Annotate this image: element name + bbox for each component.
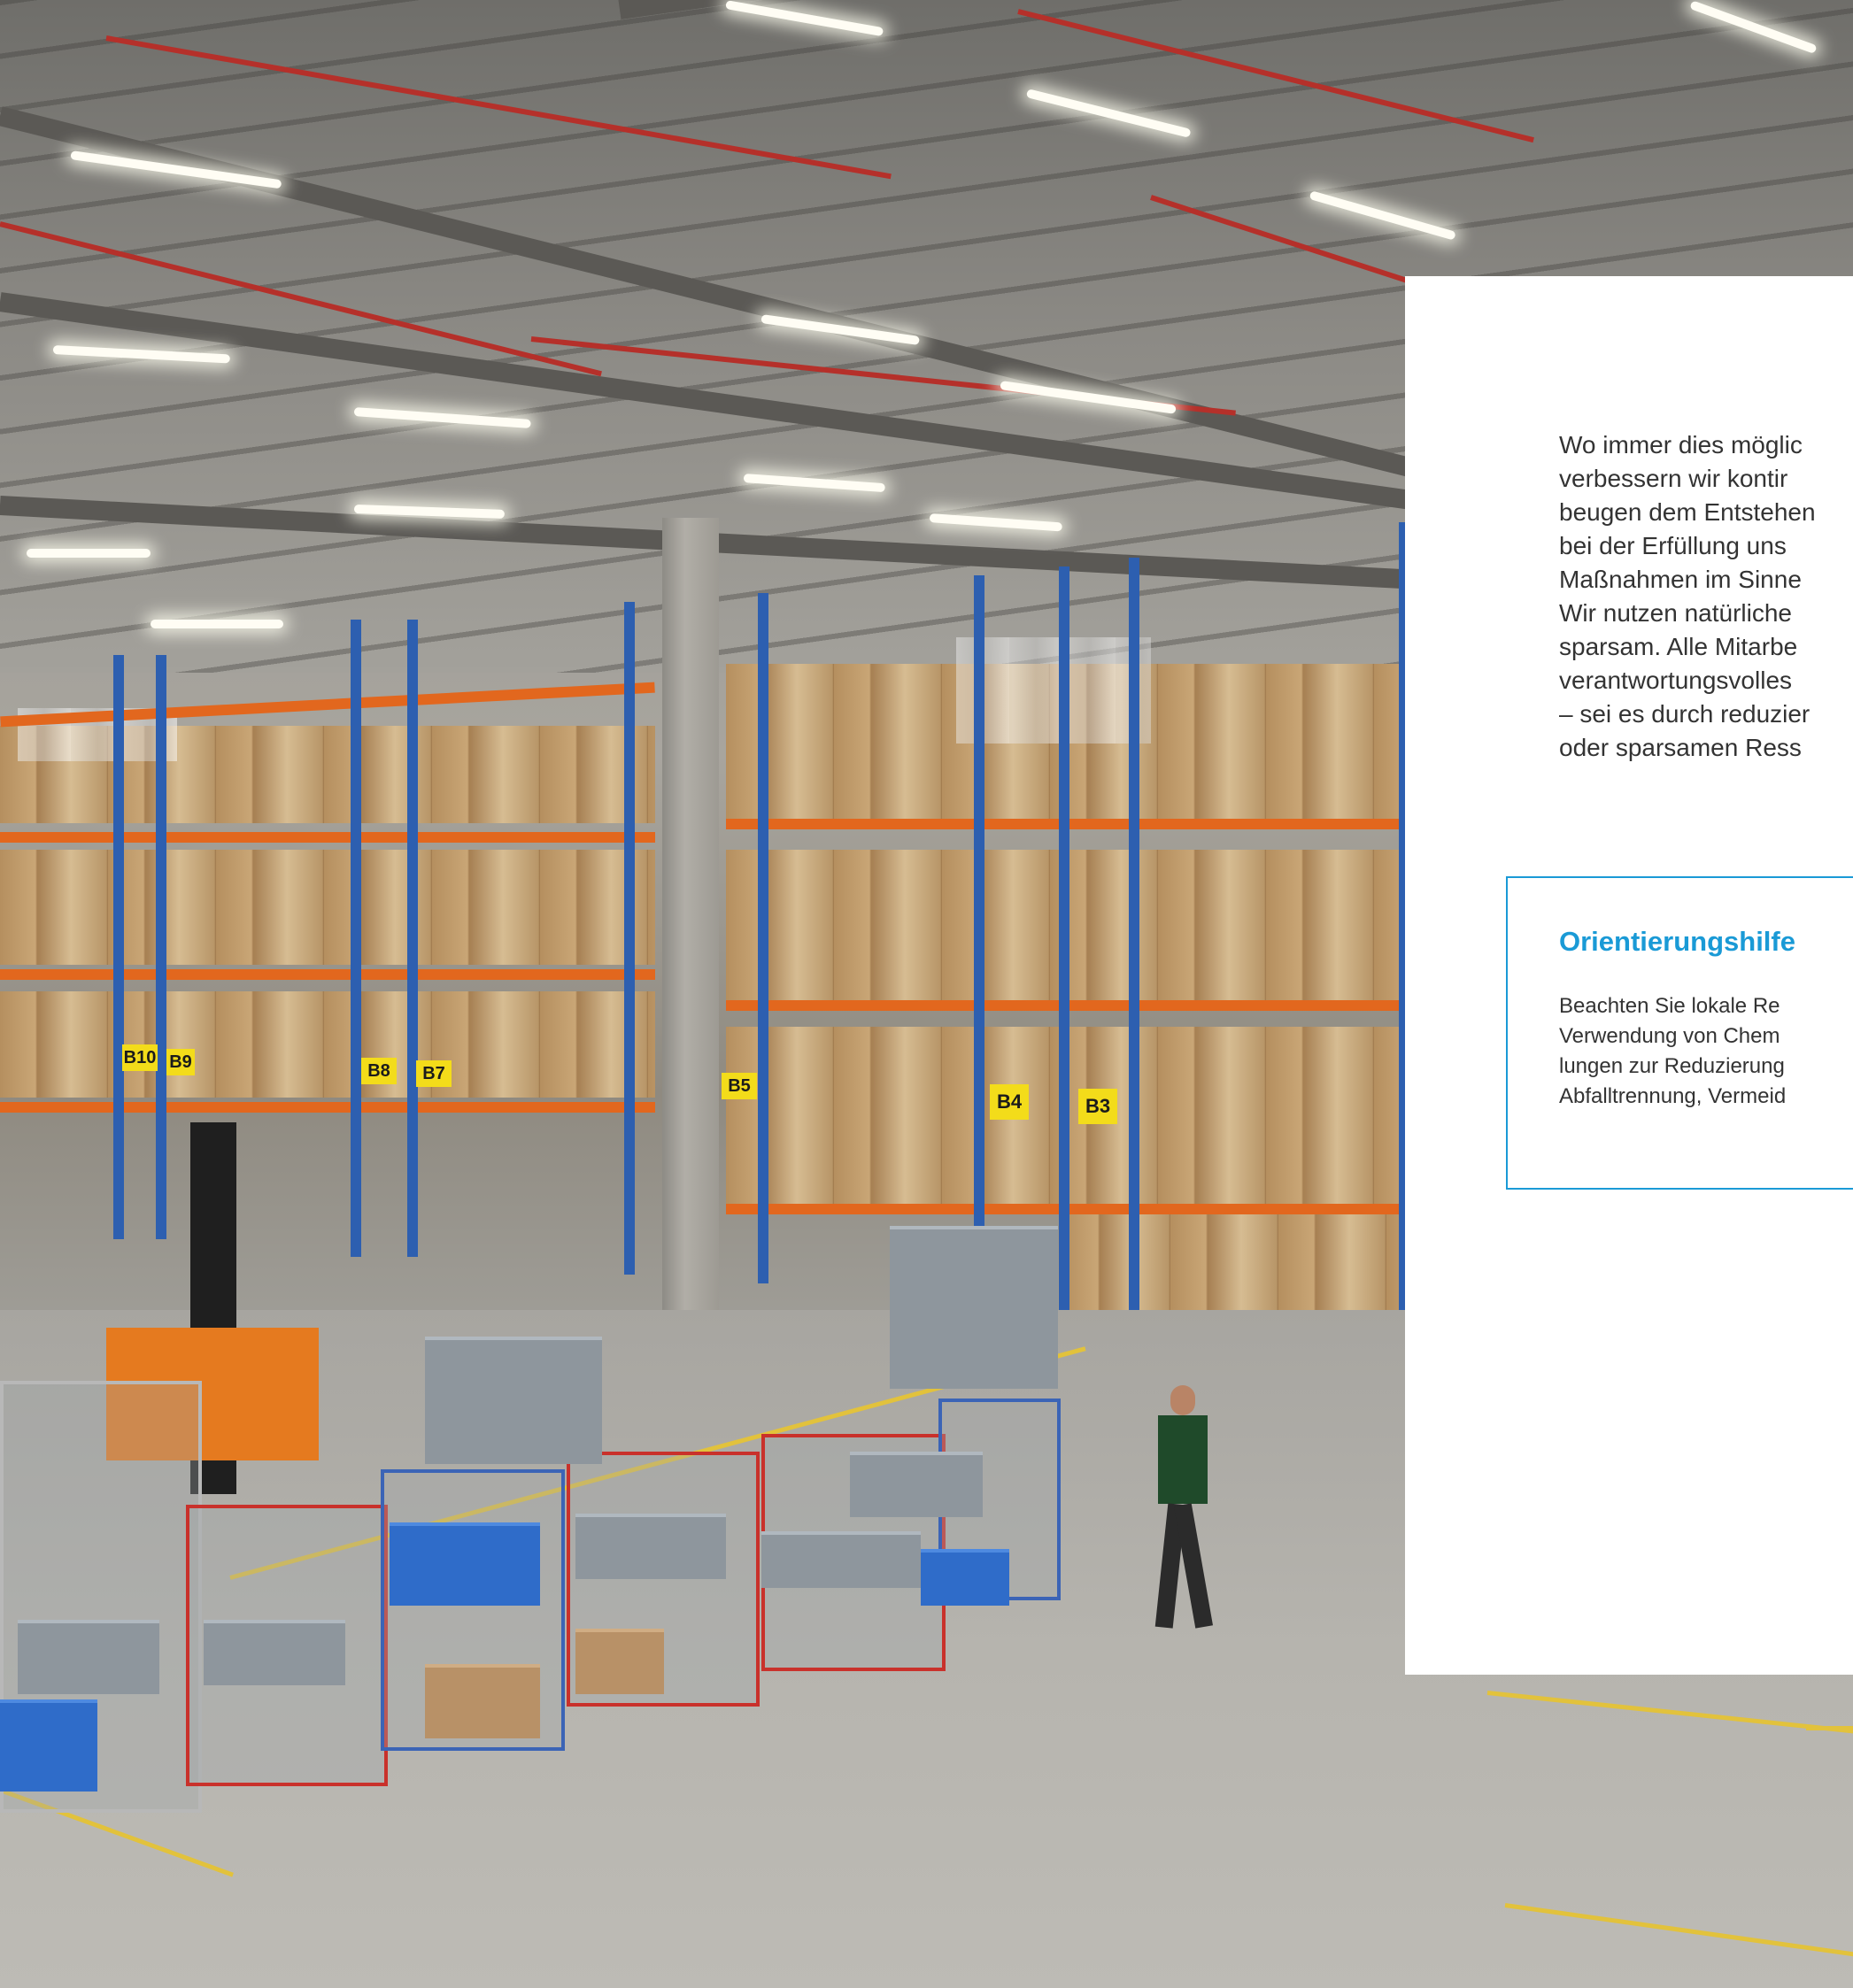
storage-bin bbox=[390, 1522, 540, 1606]
carton-stack bbox=[726, 1027, 1417, 1204]
rack-upright bbox=[407, 620, 418, 1257]
rack-upright bbox=[974, 575, 984, 1310]
rack-upright bbox=[1059, 566, 1069, 1310]
body-line: Wo immer dies möglic bbox=[1559, 431, 1803, 458]
info-line: Abfalltrennung, Vermeid bbox=[1559, 1084, 1787, 1108]
floor-marking bbox=[1806, 1726, 1853, 1730]
body-paragraph: Wo immer dies möglic verbessern wir kont… bbox=[1559, 428, 1853, 765]
rack-label: B5 bbox=[722, 1073, 757, 1099]
rack-upright bbox=[1129, 558, 1139, 1319]
storage-bin bbox=[0, 1699, 97, 1792]
body-line: bei der Erfüllung uns bbox=[1559, 532, 1787, 559]
floor-marking bbox=[1486, 1691, 1853, 1734]
body-line: – sei es durch reduzier bbox=[1559, 700, 1811, 728]
shelf-beam bbox=[0, 969, 655, 980]
crate-stack bbox=[890, 1226, 1058, 1389]
rack-upright bbox=[156, 655, 166, 1239]
shrink-wrap bbox=[956, 637, 1151, 744]
info-box-title: Orientierungshilfe bbox=[1559, 926, 1795, 957]
body-line: sparsam. Alle Mitarbe bbox=[1559, 633, 1798, 660]
storage-bin bbox=[425, 1664, 540, 1738]
rack-label: B10 bbox=[122, 1044, 158, 1071]
worker bbox=[1151, 1385, 1214, 1633]
rack-upright bbox=[113, 655, 124, 1239]
crate-stack bbox=[425, 1337, 602, 1464]
body-line: oder sparsamen Ress bbox=[1559, 734, 1802, 761]
body-line: Wir nutzen natürliche bbox=[1559, 599, 1793, 627]
info-box-text: Beachten Sie lokale Re Verwendung von Ch… bbox=[1559, 991, 1786, 1112]
body-line: verbessern wir kontir bbox=[1559, 465, 1788, 492]
document-page: B10 B9 B8 B7 B5 B4 B3 Wo immer dies mögl… bbox=[0, 0, 1853, 1988]
storage-bin bbox=[761, 1531, 921, 1588]
rack-upright bbox=[351, 620, 361, 1257]
ceiling-light bbox=[27, 549, 151, 558]
storage-bin bbox=[921, 1549, 1009, 1606]
shelf-beam bbox=[0, 682, 655, 728]
rack-upright bbox=[624, 602, 635, 1275]
info-line: Beachten Sie lokale Re bbox=[1559, 994, 1780, 1018]
carton-stack bbox=[0, 991, 655, 1098]
body-line: beugen dem Entstehen bbox=[1559, 498, 1816, 526]
shelf-beam bbox=[726, 1000, 1434, 1011]
shelf-beam bbox=[726, 819, 1434, 829]
info-line: lungen zur Reduzierung bbox=[1559, 1054, 1785, 1078]
orientation-info-box: Orientierungshilfe Beachten Sie lokale R… bbox=[1506, 876, 1853, 1190]
info-line: Verwendung von Chem bbox=[1559, 1024, 1780, 1048]
storage-bin bbox=[575, 1514, 726, 1579]
rack-label: B8 bbox=[361, 1058, 397, 1084]
storage-bin bbox=[204, 1620, 345, 1685]
rack-label: B3 bbox=[1078, 1089, 1117, 1124]
storage-bin bbox=[575, 1629, 664, 1694]
storage-bin bbox=[850, 1452, 983, 1517]
shelf-beam bbox=[0, 832, 655, 843]
floor-marking bbox=[1504, 1903, 1853, 1957]
body-line: verantwortungsvolles bbox=[1559, 667, 1793, 694]
body-line: Maßnahmen im Sinne bbox=[1559, 566, 1802, 593]
shelf-beam bbox=[0, 1102, 655, 1113]
rack-upright bbox=[758, 593, 768, 1283]
text-panel: Wo immer dies möglic verbessern wir kont… bbox=[1405, 276, 1853, 1675]
carton-stack bbox=[726, 850, 1417, 1000]
storage-bin bbox=[18, 1620, 159, 1694]
rack-label: B7 bbox=[416, 1060, 452, 1087]
rack-label: B9 bbox=[166, 1049, 195, 1075]
rack-label: B4 bbox=[990, 1084, 1029, 1120]
shelf-beam bbox=[726, 1204, 1434, 1214]
carton-stack bbox=[0, 850, 655, 965]
